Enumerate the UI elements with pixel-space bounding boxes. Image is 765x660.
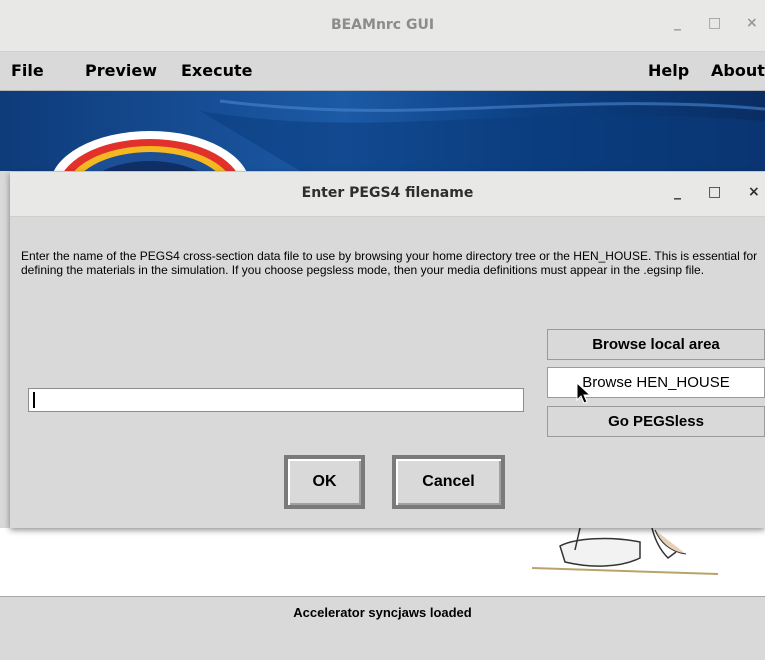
- cancel-button[interactable]: Cancel: [392, 455, 505, 509]
- ok-button[interactable]: OK: [284, 455, 365, 509]
- banner-image: [0, 91, 765, 171]
- status-text: Accelerator syncjaws loaded: [293, 605, 472, 620]
- go-pegsless-button[interactable]: Go PEGSless: [547, 406, 765, 437]
- dialog-title: Enter PEGS4 filename: [301, 185, 474, 201]
- banner-logo-graphic: [53, 99, 765, 171]
- status-bar: Accelerator syncjaws loaded: [0, 596, 765, 660]
- window-title: BEAMnrc GUI: [330, 17, 435, 33]
- pegs4-filename-input[interactable]: [28, 388, 524, 412]
- dialog-titlebar[interactable]: Enter PEGS4 filename _ □ ×: [10, 172, 765, 217]
- main-titlebar: BEAMnrc GUI _ □ ×: [0, 0, 765, 52]
- menu-help[interactable]: Help: [648, 61, 689, 80]
- dialog-minimize-icon[interactable]: _: [674, 184, 681, 200]
- accelerator-drawing: [531, 527, 719, 575]
- menu-file[interactable]: File: [11, 61, 44, 80]
- text-caret: [33, 392, 35, 408]
- dialog-maximize-icon[interactable]: □: [708, 184, 721, 200]
- pegs4-dialog: Enter PEGS4 filename _ □ × Enter the nam…: [10, 172, 765, 528]
- dialog-description: Enter the name of the PEGS4 cross-sectio…: [21, 249, 758, 277]
- close-icon[interactable]: ×: [746, 15, 758, 31]
- menu-preview[interactable]: Preview: [85, 61, 157, 80]
- menu-about[interactable]: About: [711, 61, 765, 80]
- minimize-icon[interactable]: _: [674, 15, 681, 31]
- mouse-cursor-icon: [576, 382, 592, 404]
- accelerator-canvas: [0, 527, 765, 596]
- maximize-icon[interactable]: □: [708, 15, 721, 31]
- browse-local-button[interactable]: Browse local area: [547, 329, 765, 360]
- dialog-close-icon[interactable]: ×: [748, 184, 760, 200]
- menu-execute[interactable]: Execute: [181, 61, 252, 80]
- menu-bar: File Preview Execute Help About: [0, 52, 765, 91]
